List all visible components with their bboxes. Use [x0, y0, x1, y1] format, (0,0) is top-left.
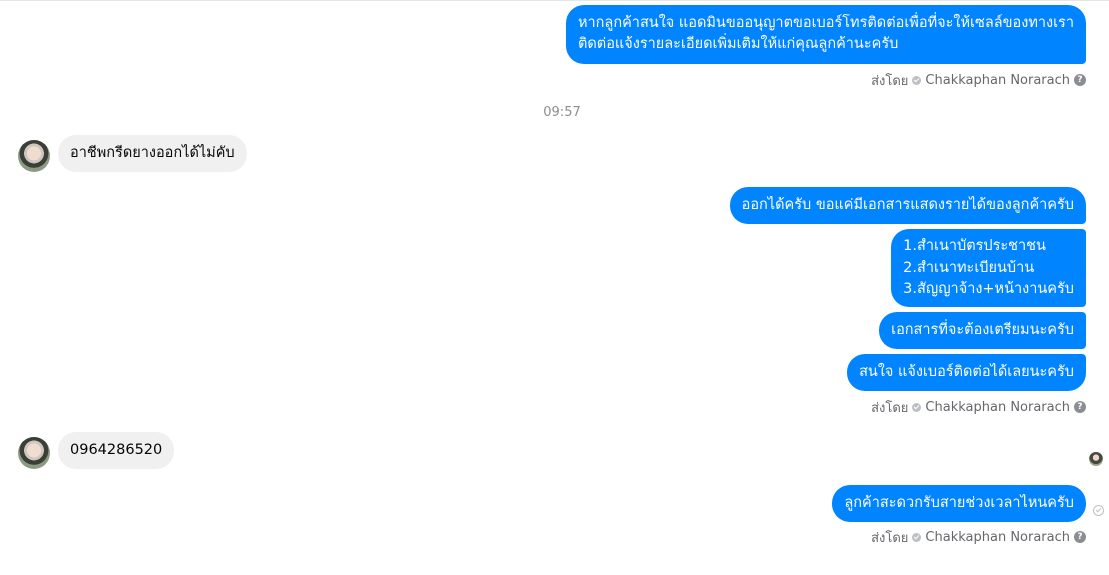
verified-check-icon	[912, 532, 922, 542]
avatar[interactable]	[18, 140, 50, 172]
sent-by-prefix: ส่งโดย	[871, 73, 909, 89]
incoming-message[interactable]: อาชีพกรีดยางออกได้ไม่คับ	[58, 135, 247, 172]
sent-check-icon	[1093, 505, 1104, 516]
help-icon[interactable]: ?	[1074, 74, 1086, 86]
message-line: 1.สำเนาบัตรประชาชน	[903, 238, 1046, 254]
outgoing-message[interactable]: ลูกค้าสะดวกรับสายช่วงเวลาไหนครับ	[832, 485, 1086, 522]
sent-by-label: ส่งโดย Chakkaphan Norarach ?	[871, 528, 1086, 546]
sent-by-prefix: ส่งโดย	[871, 530, 909, 546]
sent-by-label: ส่งโดย Chakkaphan Norarach ?	[871, 398, 1086, 416]
sender-name[interactable]: Chakkaphan Norarach	[925, 400, 1070, 415]
outgoing-message[interactable]: เอกสารที่จะต้องเตรียมนะครับ	[879, 312, 1086, 349]
outgoing-message[interactable]: สนใจ แจ้งเบอร์ติดต่อได้เลยนะครับ	[847, 354, 1086, 391]
sent-by-prefix: ส่งโดย	[871, 400, 909, 416]
outgoing-message[interactable]: 1.สำเนาบัตรประชาชน 2.สำเนาทะเบียนบ้าน 3.…	[891, 229, 1086, 307]
outgoing-message[interactable]: ออกได้ครับ ขอแค่มีเอกสารแสดงรายได้ของลูก…	[729, 187, 1086, 224]
top-divider	[0, 0, 1109, 1]
message-line: หากลูกค้าสนใจ แอดมินขออนุญาตขอเบอร์โทรติ…	[577, 15, 1074, 31]
sender-name[interactable]: Chakkaphan Norarach	[925, 530, 1070, 545]
timestamp: 09:57	[543, 105, 581, 120]
sender-name[interactable]: Chakkaphan Norarach	[925, 73, 1070, 88]
help-icon[interactable]: ?	[1074, 401, 1086, 413]
seen-avatar	[1089, 452, 1103, 466]
help-icon[interactable]: ?	[1074, 531, 1086, 543]
outgoing-message[interactable]: หากลูกค้าสนใจ แอดมินขออนุญาตขอเบอร์โทรติ…	[565, 5, 1086, 64]
incoming-message[interactable]: 0964286520	[58, 432, 175, 469]
message-line: 2.สำเนาทะเบียนบ้าน	[903, 259, 1035, 276]
verified-check-icon	[912, 402, 922, 412]
message-line: ติดต่อแจ้งรายละเอียดเพิ่มเติมให้แก่คุณลู…	[577, 36, 899, 52]
message-line: 3.สัญญาจ้าง+หน้างานครับ	[903, 281, 1074, 297]
verified-check-icon	[912, 75, 922, 85]
avatar[interactable]	[18, 437, 50, 469]
sent-by-label: ส่งโดย Chakkaphan Norarach ?	[871, 71, 1086, 89]
